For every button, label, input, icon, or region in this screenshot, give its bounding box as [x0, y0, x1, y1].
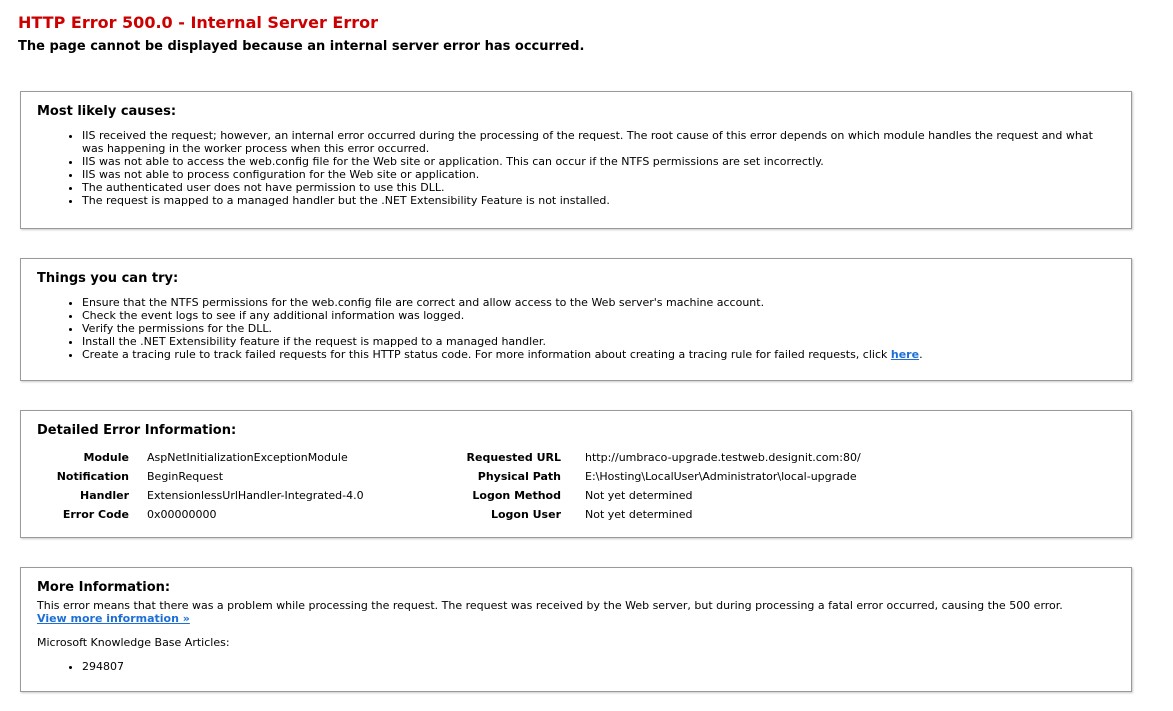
logon-method-label: Logon Method: [472, 489, 561, 502]
tracing-text: Create a tracing rule to track failed re…: [82, 348, 891, 361]
details-heading: Detailed Error Information:: [37, 423, 237, 438]
view-more-link[interactable]: View more information »: [37, 612, 190, 625]
tracing-suffix: .: [919, 348, 923, 361]
causes-list: IIS received the request; however, an in…: [37, 129, 1101, 207]
physical-path-label: Physical Path: [477, 470, 561, 483]
logon-method-value: Not yet determined: [585, 489, 693, 502]
error-code-label: Error Code: [62, 508, 129, 521]
list-item: IIS received the request; however, an in…: [82, 129, 1101, 155]
error-code-value: 0x00000000: [147, 508, 217, 521]
list-item: Check the event logs to see if any addit…: [82, 309, 1101, 322]
table-row: Module AspNetInitializationExceptionModu…: [37, 448, 861, 467]
notification-label: Notification: [56, 470, 129, 483]
list-item: 294807: [82, 660, 1063, 673]
table-row: Handler ExtensionlessUrlHandler-Integrat…: [37, 486, 861, 505]
details-box: Detailed Error Information: Module AspNe…: [20, 410, 1132, 538]
causes-heading: Most likely causes:: [37, 104, 177, 119]
list-item: The authenticated user does not have per…: [82, 181, 1101, 194]
details-table: Module AspNetInitializationExceptionModu…: [37, 448, 861, 524]
module-value: AspNetInitializationExceptionModule: [147, 451, 348, 464]
header: HTTP Error 500.0 - Internal Server Error…: [18, 11, 584, 59]
list-item: Create a tracing rule to track failed re…: [82, 348, 1101, 361]
list-item: Verify the permissions for the DLL.: [82, 322, 1101, 335]
notification-value: BeginRequest: [147, 470, 224, 483]
requested-url-label: Requested URL: [466, 451, 561, 464]
module-label: Module: [83, 451, 129, 464]
handler-value: ExtensionlessUrlHandler-Integrated-4.0: [147, 489, 364, 502]
list-item: IIS was not able to process configuratio…: [82, 168, 1101, 181]
list-item: IIS was not able to access the web.confi…: [82, 155, 1101, 168]
physical-path-value: E:\Hosting\LocalUser\Administrator\local…: [585, 470, 857, 483]
kb-title: Microsoft Knowledge Base Articles:: [37, 636, 230, 649]
try-box: Things you can try: Ensure that the NTFS…: [20, 258, 1132, 381]
more-text: This error means that there was a proble…: [37, 599, 1063, 612]
here-link[interactable]: here: [891, 348, 919, 361]
more-box: More Information: This error means that …: [20, 567, 1132, 692]
logon-user-label: Logon User: [490, 508, 561, 521]
more-heading: More Information:: [37, 580, 171, 595]
page-title: HTTP Error 500.0 - Internal Server Error: [18, 13, 379, 32]
list-item: The request is mapped to a managed handl…: [82, 194, 1101, 207]
requested-url-value: http://umbraco-upgrade.testweb.designit.…: [585, 451, 861, 464]
causes-box: Most likely causes: IIS received the req…: [20, 91, 1132, 229]
handler-label: Handler: [80, 489, 129, 502]
try-list: Ensure that the NTFS permissions for the…: [37, 296, 1101, 361]
list-item: Install the .NET Extensibility feature i…: [82, 335, 1101, 348]
try-heading: Things you can try:: [37, 271, 179, 286]
table-row: Notification BeginRequest Physical Path …: [37, 467, 861, 486]
list-item: Ensure that the NTFS permissions for the…: [82, 296, 1101, 309]
logon-user-value: Not yet determined: [585, 508, 693, 521]
table-row: Error Code 0x00000000 Logon User Not yet…: [37, 505, 861, 524]
more-content: This error means that there was a proble…: [37, 599, 1063, 673]
page-subtitle: The page cannot be displayed because an …: [18, 39, 585, 54]
kb-list: 294807: [37, 660, 1063, 673]
